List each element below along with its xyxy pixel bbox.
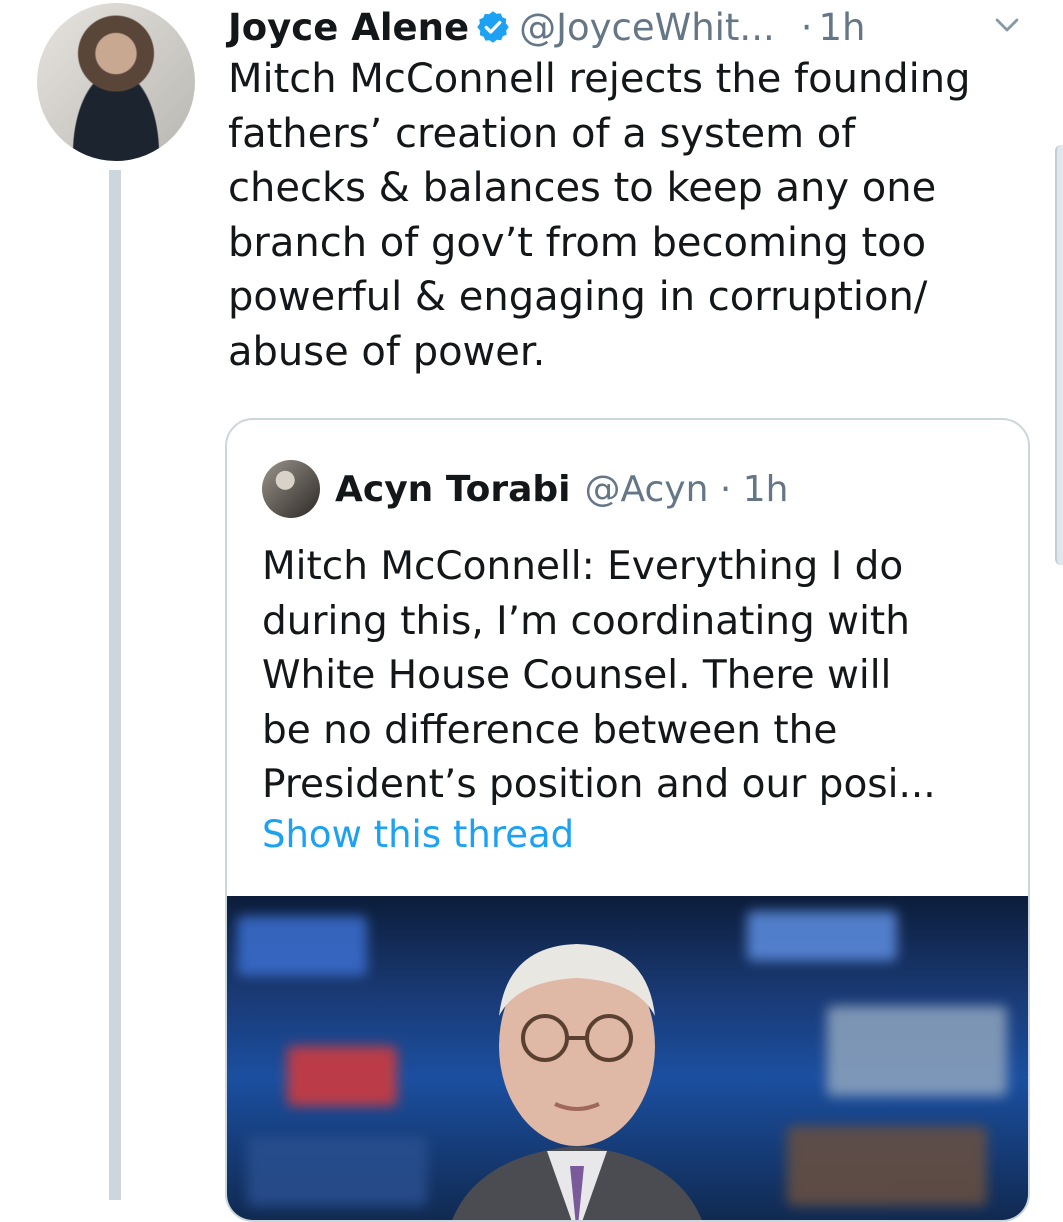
tweet-text: Mitch McConnell rejects the founding fat… [228, 56, 971, 375]
quoted-author-name[interactable]: Acyn Torabi [335, 469, 571, 510]
author-handle[interactable]: @JoyceWhit... [519, 9, 775, 46]
background-screen-glow [247, 1136, 427, 1206]
thread-connector-line [109, 170, 121, 1200]
person-figure [452, 944, 702, 1220]
quoted-tweet-text: Mitch McConnell: Everything I do during … [262, 544, 936, 807]
background-screen-glow [287, 1046, 397, 1106]
chevron-down-icon[interactable] [987, 8, 1027, 42]
author-avatar[interactable] [37, 3, 195, 161]
quoted-tweet-video-thumbnail[interactable] [227, 896, 1028, 1220]
tweet-header: Joyce Alene @JoyceWhit... · 1h [228, 0, 866, 54]
separator-dot: · [800, 5, 813, 49]
quoted-author-handle-time[interactable]: @Acyn · 1h [585, 469, 789, 510]
background-screen-glow [747, 911, 897, 961]
verified-badge-icon [475, 9, 511, 45]
tweet-timestamp[interactable]: 1h [819, 9, 866, 46]
background-screen-glow [827, 1006, 1007, 1096]
quoted-author-avatar[interactable] [262, 460, 320, 518]
author-name[interactable]: Joyce Alene [228, 9, 469, 46]
background-screen-glow [787, 1126, 987, 1206]
show-thread-link[interactable]: Show this thread [262, 813, 574, 856]
quoted-tweet-header: Acyn Torabi @Acyn · 1h [335, 460, 788, 518]
background-screen-glow [237, 916, 367, 976]
scrollbar[interactable] [1055, 145, 1063, 565]
quoted-tweet-card[interactable]: Acyn Torabi @Acyn · 1h Mitch McConnell: … [225, 418, 1030, 1222]
